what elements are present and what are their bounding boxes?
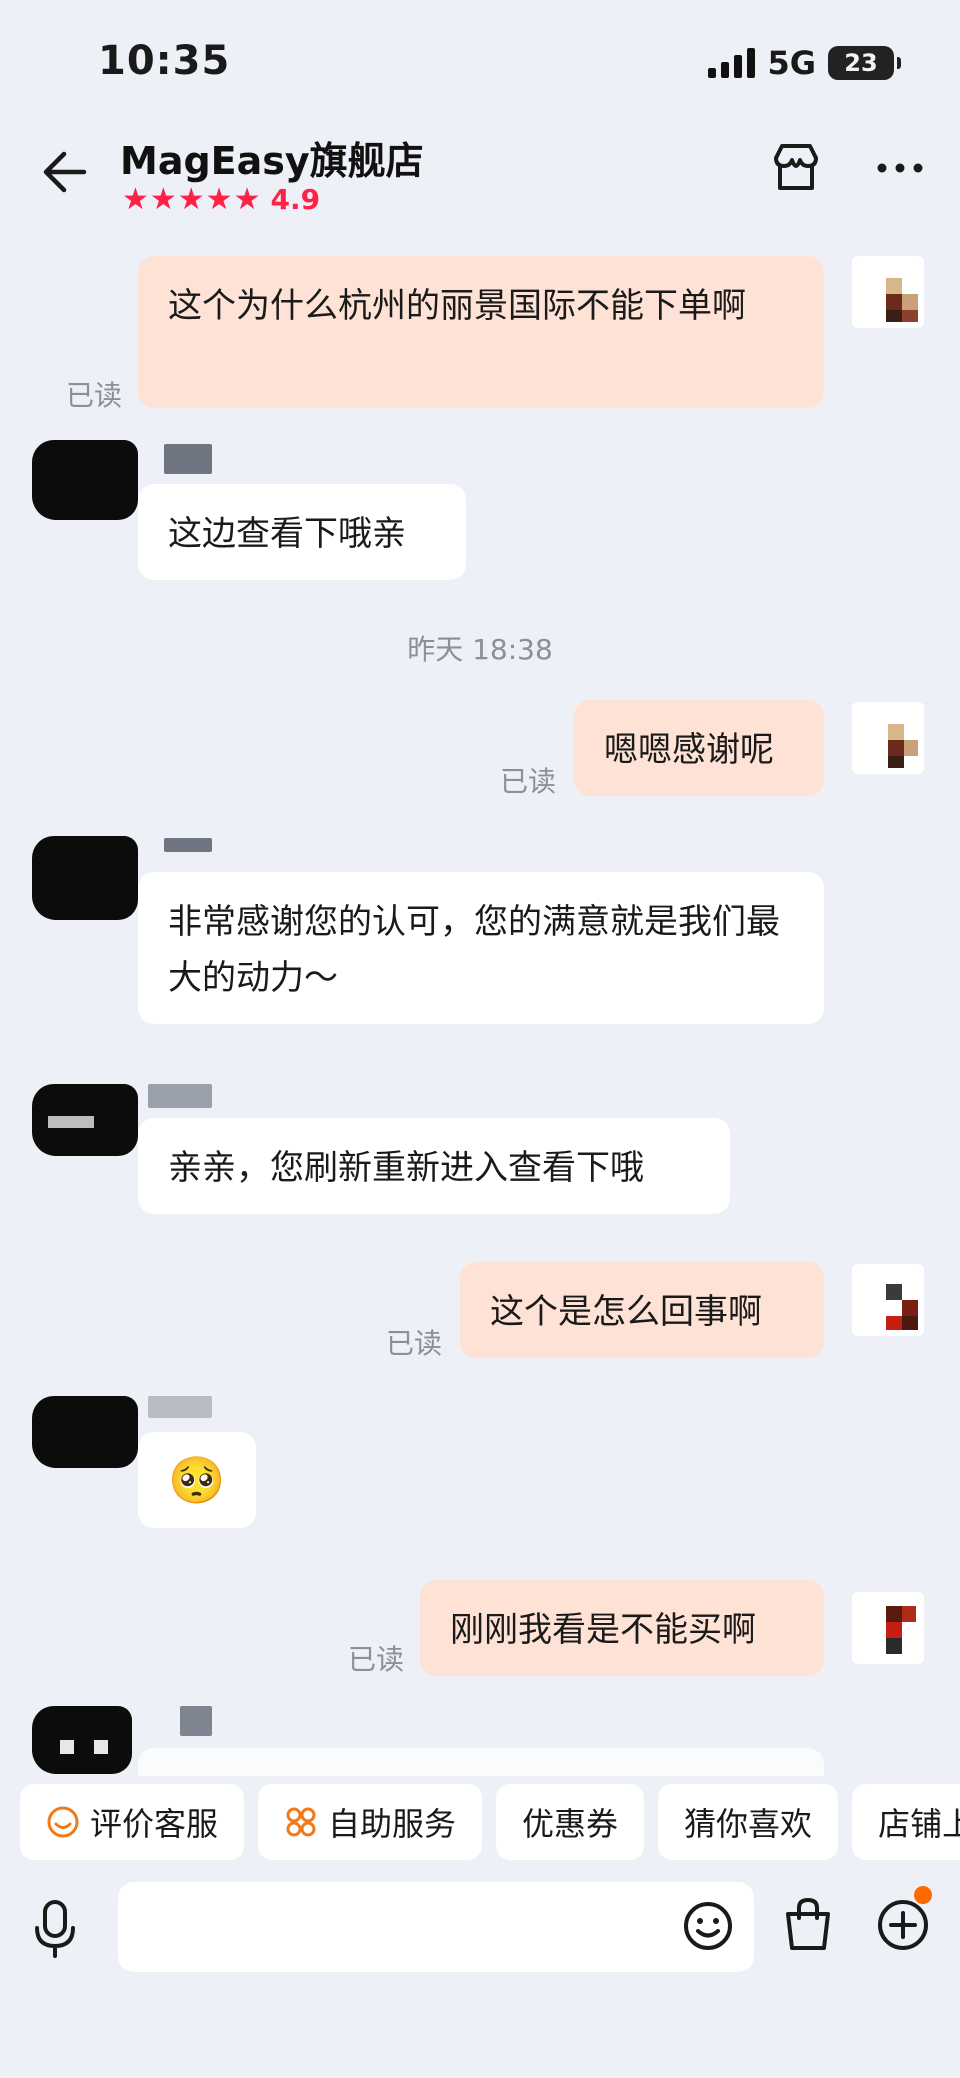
agent-avatar[interactable] [32,1396,138,1468]
agent-avatar[interactable] [32,440,138,520]
status-indicators: 5G 23 [708,44,901,82]
agent-nickname [148,1084,212,1108]
read-receipt: 已读 [386,1327,443,1360]
network-label: 5G [767,44,816,82]
user-avatar[interactable] [852,702,924,774]
agent-avatar[interactable] [32,836,138,920]
message-bubble-partial [138,1748,824,1776]
agent-avatar[interactable] [32,1084,138,1156]
user-avatar[interactable] [852,1592,924,1664]
message-bubble-received[interactable]: 非常感谢您的认可，您的满意就是我们最大的动力～ [138,872,824,1024]
emoji-icon[interactable] [680,1898,736,1954]
chip-rate-service[interactable]: 评价客服 [20,1784,245,1860]
shop-rating: ★★★★★ 4.9 [122,182,320,217]
shop-name[interactable]: MagEasy旗舰店 [120,130,424,185]
user-avatar[interactable] [852,256,924,328]
agent-nickname [148,1396,212,1418]
agent-nickname [164,444,212,474]
chip-self-service[interactable]: 自助服务 [258,1784,483,1860]
chip-store[interactable]: 店铺上 [852,1784,960,1860]
store-icon[interactable] [768,140,824,196]
rating-stars: ★★★★★ [122,182,262,217]
grid-icon [286,1807,316,1837]
back-arrow-icon[interactable] [34,144,90,200]
message-bubble-sent[interactable]: 刚刚我看是不能买啊 [420,1580,824,1676]
chip-label: 评价客服 [90,1805,219,1843]
chip-label: 自助服务 [328,1805,457,1843]
read-receipt: 已读 [500,765,557,798]
message-bubble-received[interactable]: 亲亲，您刷新重新进入查看下哦 [138,1118,730,1214]
user-avatar[interactable] [852,1264,924,1336]
message-bubble-received[interactable]: 这边查看下哦亲 [138,484,466,580]
signal-icon [708,48,756,78]
status-time: 10:35 [98,38,231,84]
quick-actions-bar: 评价客服 自助服务 优惠券 猜你喜欢 店铺上 [20,1784,960,1860]
rating-score: 4.9 [270,183,321,216]
microphone-icon[interactable] [28,1896,82,1960]
battery-icon: 23 [828,46,901,80]
message-bubble-sent[interactable]: 这个为什么杭州的丽景国际不能下单啊 [138,256,824,408]
notification-dot [914,1886,932,1904]
chip-coupons[interactable]: 优惠券 [496,1784,645,1860]
chip-recommend[interactable]: 猜你喜欢 [658,1784,839,1860]
message-bubble-received[interactable]: 🥺 [138,1432,256,1528]
smile-icon [47,1806,79,1838]
shopping-bag-icon[interactable] [780,1894,836,1954]
message-bubble-sent[interactable]: 这个是怎么回事啊 [460,1262,824,1358]
plus-icon[interactable] [874,1896,932,1954]
message-input[interactable] [118,1882,754,1972]
agent-avatar[interactable] [32,1706,132,1774]
timestamp: 昨天 18:38 [407,633,553,666]
more-icon[interactable] [872,140,928,196]
chip-label: 优惠券 [522,1805,619,1843]
read-receipt: 已读 [66,379,123,412]
chip-label: 店铺上 [878,1805,960,1843]
read-receipt: 已读 [348,1643,405,1676]
agent-nickname [180,1706,212,1736]
message-bubble-sent[interactable]: 嗯嗯感谢呢 [574,700,824,796]
agent-nickname [164,838,212,852]
chip-label: 猜你喜欢 [684,1805,813,1843]
